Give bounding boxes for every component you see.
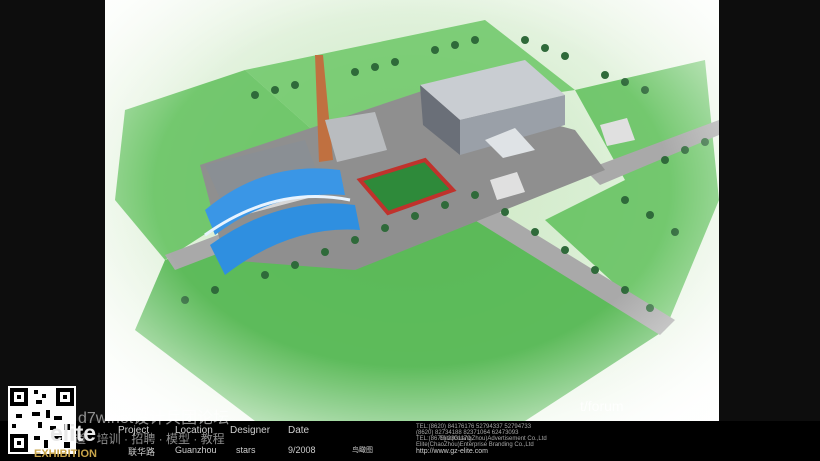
view-label: 鸟瞰图 <box>352 447 373 454</box>
date-value: 9/2008 <box>288 445 316 455</box>
project-value: 联华路 <box>128 447 156 457</box>
location-header: Location <box>175 425 213 436</box>
company-url: http://www.gz-elite.com <box>416 448 488 455</box>
aerial-rendering <box>105 0 719 421</box>
location-value: Guanzhou <box>175 445 217 455</box>
date-header: Date <box>288 425 310 436</box>
site-plan-drawing <box>105 0 719 421</box>
designer-header: Designer <box>230 425 271 436</box>
watermark-forum: t/forum <box>580 398 624 414</box>
vignette <box>105 0 719 421</box>
project-header: Project <box>118 425 150 436</box>
designer-value: stars <box>236 445 256 455</box>
logo-subtitle: EXHIBITION <box>34 448 97 460</box>
